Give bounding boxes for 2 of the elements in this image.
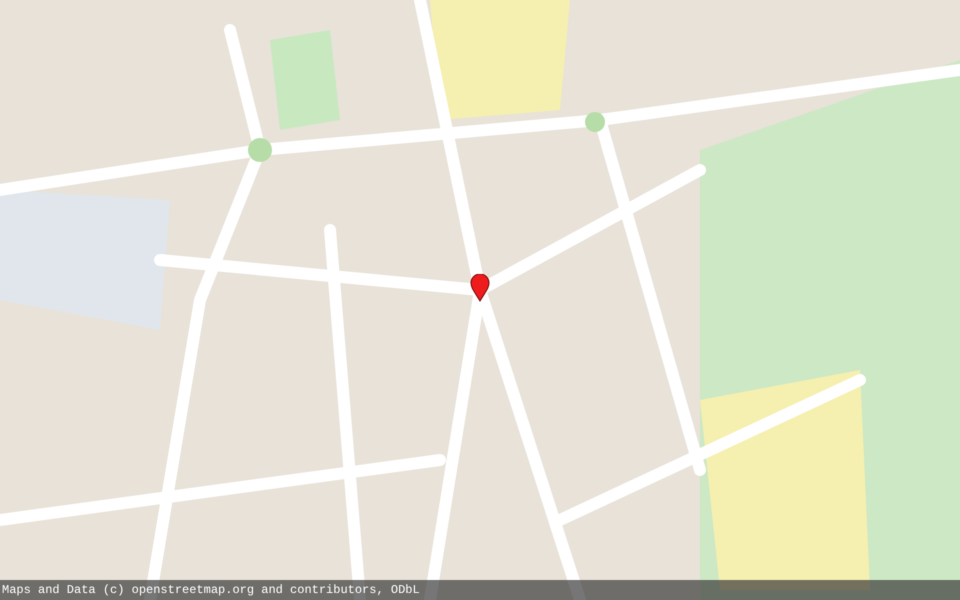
attribution-text: Maps and Data (c) openstreetmap.org and contributors, ODbL [1,583,420,597]
location-pin-icon[interactable] [470,274,490,302]
